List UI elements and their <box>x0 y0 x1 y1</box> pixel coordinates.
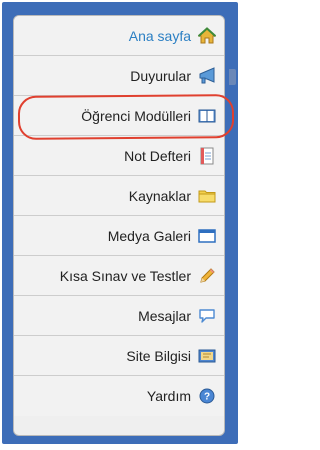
info-card-icon <box>198 347 216 365</box>
sidebar-item-medya-galeri[interactable]: Medya Galeri <box>14 216 224 256</box>
sidebar-item-label: Öğrenci Modülleri <box>81 107 191 124</box>
sidebar-item-ana-sayfa[interactable]: Ana sayfa <box>14 16 224 56</box>
sidebar-item-label: Site Bilgisi <box>126 347 191 364</box>
sidebar-item-label: Mesajlar <box>138 307 191 324</box>
sidebar-item-kaynaklar[interactable]: Kaynaklar <box>14 176 224 216</box>
sidebar-item-mesajlar[interactable]: Mesajlar <box>14 296 224 336</box>
sidebar-item-label: Duyurular <box>130 67 191 84</box>
sidebar-item-not-defteri[interactable]: Not Defteri <box>14 136 224 176</box>
sidebar-item-label: Medya Galeri <box>107 227 191 244</box>
chat-bubble-icon <box>198 307 216 325</box>
window-icon <box>198 227 216 245</box>
sidebar-frame: Ana sayfa Duyurular Öğrenci Modülleri No… <box>2 2 238 444</box>
sidebar-item-kisa-sinav-ve-testler[interactable]: Kısa Sınav ve Testler <box>14 256 224 296</box>
active-tab-marker <box>229 69 236 85</box>
sidebar-item-label: Yardım <box>146 388 191 404</box>
sidebar-item-label: Kaynaklar <box>128 187 191 204</box>
sidebar-item-yardim[interactable]: Yardım ? <box>14 376 224 416</box>
pencil-icon <box>198 267 216 285</box>
megaphone-icon <box>198 66 216 85</box>
sidebar-item-duyurular[interactable]: Duyurular <box>14 56 224 96</box>
help-icon: ? <box>198 387 216 405</box>
sidebar-item-label: Not Defteri <box>124 147 191 164</box>
sidebar-item-site-bilgisi[interactable]: Site Bilgisi <box>14 336 224 376</box>
sidebar-item-label: Kısa Sınav ve Testler <box>59 267 191 284</box>
folder-icon <box>198 187 216 205</box>
sidebar-item-ogrenci-modulleri[interactable]: Öğrenci Modülleri <box>14 96 224 136</box>
sidebar-menu: Ana sayfa Duyurular Öğrenci Modülleri No… <box>13 15 225 436</box>
notepad-icon <box>198 147 216 165</box>
book-icon <box>198 107 216 125</box>
home-icon <box>198 26 216 45</box>
svg-text:?: ? <box>204 392 210 403</box>
sidebar-item-label: Ana sayfa <box>128 27 191 44</box>
